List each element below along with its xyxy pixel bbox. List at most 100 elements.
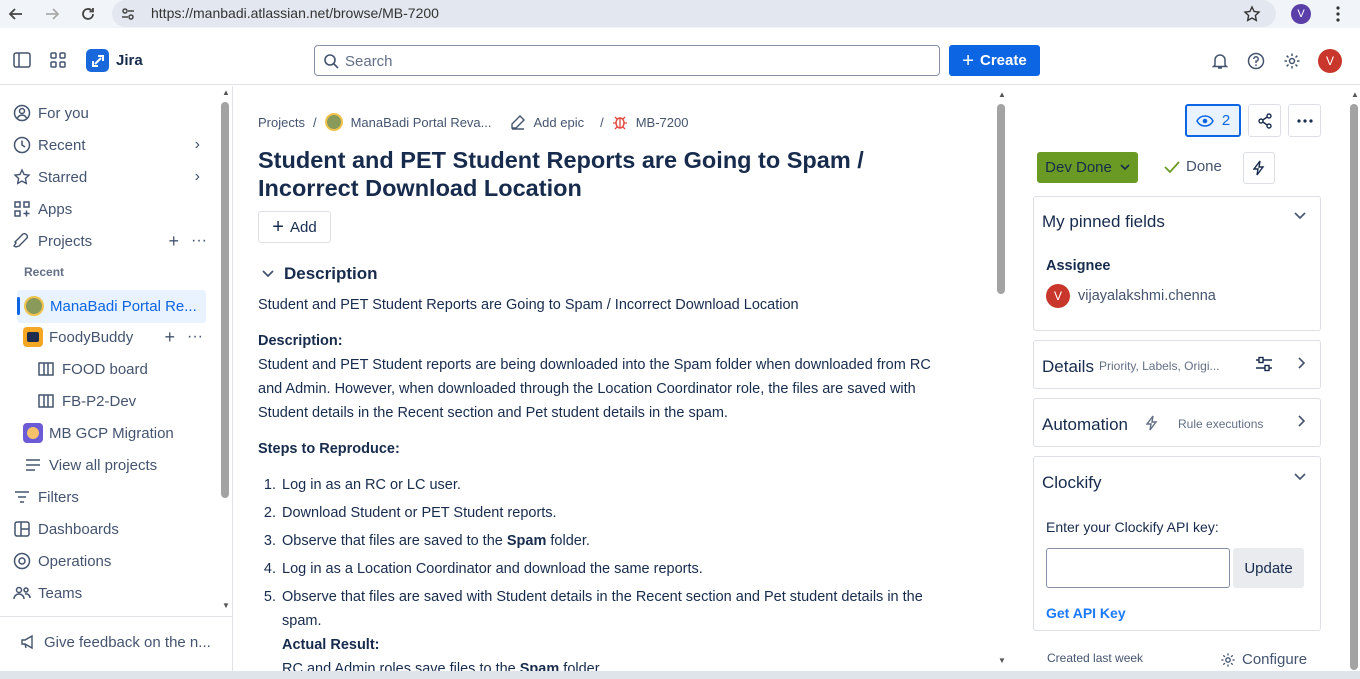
forward-icon[interactable] bbox=[41, 3, 63, 25]
breadcrumb-project[interactable]: ManaBadi Portal Reva... bbox=[351, 115, 492, 130]
sidebar-item-manabadi[interactable]: ManaBadi Portal Re... bbox=[17, 290, 206, 323]
update-button[interactable]: Update bbox=[1233, 548, 1304, 588]
chevron-down-icon[interactable] bbox=[1294, 473, 1306, 481]
add-icon[interactable]: + bbox=[164, 327, 175, 348]
sidebar-item-apps[interactable]: Apps bbox=[12, 195, 72, 223]
add-button[interactable]: + Add bbox=[258, 211, 331, 243]
lightning-icon bbox=[1146, 415, 1158, 431]
scroll-down-arrow[interactable]: ▼ bbox=[998, 656, 1006, 665]
sidebar-item-dashboards[interactable]: Dashboards bbox=[12, 515, 119, 543]
watch-count: 2 bbox=[1221, 112, 1231, 129]
sidebar-item-view-all-projects[interactable]: View all projects bbox=[23, 451, 157, 479]
sidebar-item-label: FB-P2-Dev bbox=[62, 392, 137, 410]
description-label: Description: bbox=[258, 333, 343, 349]
sidebar-item-label: Apps bbox=[38, 200, 73, 218]
scroll-up-arrow[interactable]: ▲ bbox=[1351, 90, 1359, 99]
sidebar-item-label: Operations bbox=[38, 552, 112, 570]
assignee-label: Assignee bbox=[1046, 258, 1111, 274]
settings-gear-icon[interactable] bbox=[1283, 52, 1301, 70]
sidebar-item-food-board[interactable]: FOOD board bbox=[36, 355, 148, 383]
profile-avatar[interactable]: V bbox=[1290, 3, 1312, 25]
create-button[interactable]: + Create bbox=[949, 45, 1040, 76]
give-feedback-link[interactable]: Give feedback on the n... bbox=[18, 628, 211, 656]
configure-button[interactable]: Configure bbox=[1220, 651, 1307, 668]
sidebar-item-fb-p2-dev[interactable]: FB-P2-Dev bbox=[36, 387, 136, 415]
actual-result-label: Actual Result: bbox=[282, 637, 380, 653]
get-api-key-link[interactable]: Get API Key bbox=[1046, 605, 1126, 621]
description-header[interactable]: Description bbox=[262, 264, 378, 284]
sidebar-item-for-you[interactable]: For you bbox=[12, 99, 89, 127]
resolution-label: Done bbox=[1186, 158, 1222, 175]
sidebar-item-operations[interactable]: Operations bbox=[12, 547, 111, 575]
help-icon[interactable] bbox=[1247, 52, 1265, 70]
sidebar-item-mb-gcp-migration[interactable]: MB GCP Migration bbox=[23, 419, 174, 447]
lightning-icon bbox=[1253, 160, 1265, 176]
main-scrollbar[interactable] bbox=[997, 104, 1005, 294]
share-button[interactable] bbox=[1248, 104, 1281, 137]
clockify-title[interactable]: Clockify bbox=[1042, 473, 1102, 493]
more-actions-button[interactable] bbox=[1288, 104, 1321, 137]
sidebar-item-label: MB GCP Migration bbox=[49, 424, 174, 442]
pinned-fields-panel: My pinned fields Assignee V vijayalakshm… bbox=[1033, 196, 1321, 331]
create-label: Create bbox=[979, 52, 1027, 69]
notifications-bell-icon[interactable] bbox=[1211, 52, 1229, 70]
sidebar-item-filters[interactable]: Filters bbox=[12, 483, 79, 511]
user-avatar[interactable]: V bbox=[1318, 49, 1342, 73]
reload-icon[interactable] bbox=[77, 3, 99, 25]
steps-label: Steps to Reproduce: bbox=[258, 441, 400, 457]
automation-panel[interactable]: Automation Rule executions bbox=[1033, 398, 1321, 447]
add-project-icon[interactable]: + bbox=[168, 231, 179, 252]
breadcrumb-projects[interactable]: Projects bbox=[258, 115, 305, 130]
sidebar-item-projects[interactable]: Projects + ··· bbox=[12, 227, 207, 255]
plus-icon: + bbox=[962, 49, 974, 72]
status-dropdown[interactable]: Dev Done bbox=[1037, 152, 1138, 183]
app-switcher-icon[interactable] bbox=[50, 52, 66, 68]
automation-title: Automation bbox=[1042, 415, 1128, 434]
pinned-fields-title[interactable]: My pinned fields bbox=[1042, 212, 1165, 232]
sidebar-toggle-icon[interactable] bbox=[13, 52, 31, 68]
sidebar-item-teams[interactable]: Teams bbox=[12, 579, 82, 607]
api-key-input[interactable] bbox=[1046, 548, 1230, 588]
sidebar-scrollbar[interactable] bbox=[221, 102, 229, 498]
bookmark-star-icon[interactable] bbox=[1241, 3, 1263, 25]
board-icon bbox=[36, 362, 56, 376]
gear-icon bbox=[1220, 652, 1236, 668]
search-input[interactable]: Search bbox=[314, 45, 940, 76]
scroll-up-arrow[interactable]: ▲ bbox=[222, 88, 230, 97]
details-panel[interactable]: Details Priority, Labels, Origi... bbox=[1033, 340, 1321, 389]
breadcrumb-issue-key[interactable]: MB-7200 bbox=[636, 115, 689, 130]
watch-button[interactable]: 2 bbox=[1185, 104, 1241, 137]
sidebar-item-foodybuddy[interactable]: FoodyBuddy + ··· bbox=[23, 323, 203, 351]
sidebar-item-starred[interactable]: Starred › bbox=[12, 163, 202, 191]
sidebar-item-label: Teams bbox=[38, 584, 83, 602]
more-icon[interactable]: ··· bbox=[191, 232, 207, 250]
breadcrumb-add-epic[interactable]: Add epic bbox=[534, 115, 585, 130]
issue-sidebar: 2 Dev Done Done My pinned fields Assigne… bbox=[1010, 86, 1360, 679]
jira-home-link[interactable]: Jira bbox=[86, 49, 143, 72]
back-icon[interactable] bbox=[5, 3, 27, 25]
clockify-prompt: Enter your Clockify API key: bbox=[1046, 519, 1219, 535]
chevron-down-icon[interactable] bbox=[1294, 212, 1306, 220]
assignee-avatar: V bbox=[1046, 284, 1070, 308]
steps-list: 1. Log in as an RC or LC user. 2. Download … bbox=[258, 473, 958, 637]
browser-menu-icon[interactable] bbox=[1327, 3, 1349, 25]
list-text: Log in as an RC or LC user. bbox=[282, 473, 958, 497]
assignee-field[interactable]: V vijayalakshmi.chenna bbox=[1046, 284, 1216, 308]
sidebar-item-label: ManaBadi Portal Re... bbox=[50, 298, 197, 315]
more-icon[interactable]: ··· bbox=[187, 328, 203, 346]
scroll-up-arrow[interactable]: ▲ bbox=[998, 90, 1006, 99]
sidebar-item-recent[interactable]: Recent › bbox=[12, 131, 202, 159]
browser-toolbar: https://manbadi.atlassian.net/browse/MB-… bbox=[0, 0, 1360, 28]
horizontal-scrollbar[interactable] bbox=[0, 671, 1360, 679]
list-text: Observe that files are saved with Studen… bbox=[282, 585, 958, 633]
add-label: Add bbox=[289, 218, 317, 236]
list-number: 3. bbox=[263, 533, 276, 549]
scroll-down-arrow[interactable]: ▼ bbox=[222, 601, 230, 610]
actions-lightning-button[interactable] bbox=[1243, 152, 1275, 184]
details-title: Details bbox=[1042, 357, 1094, 376]
right-panel-scrollbar[interactable] bbox=[1350, 104, 1358, 670]
issue-title[interactable]: Student and PET Student Reports are Goin… bbox=[258, 146, 958, 202]
board-icon bbox=[36, 394, 56, 408]
description-text: Student and PET Student reports are bein… bbox=[258, 357, 931, 421]
site-info-icon[interactable] bbox=[120, 6, 136, 22]
